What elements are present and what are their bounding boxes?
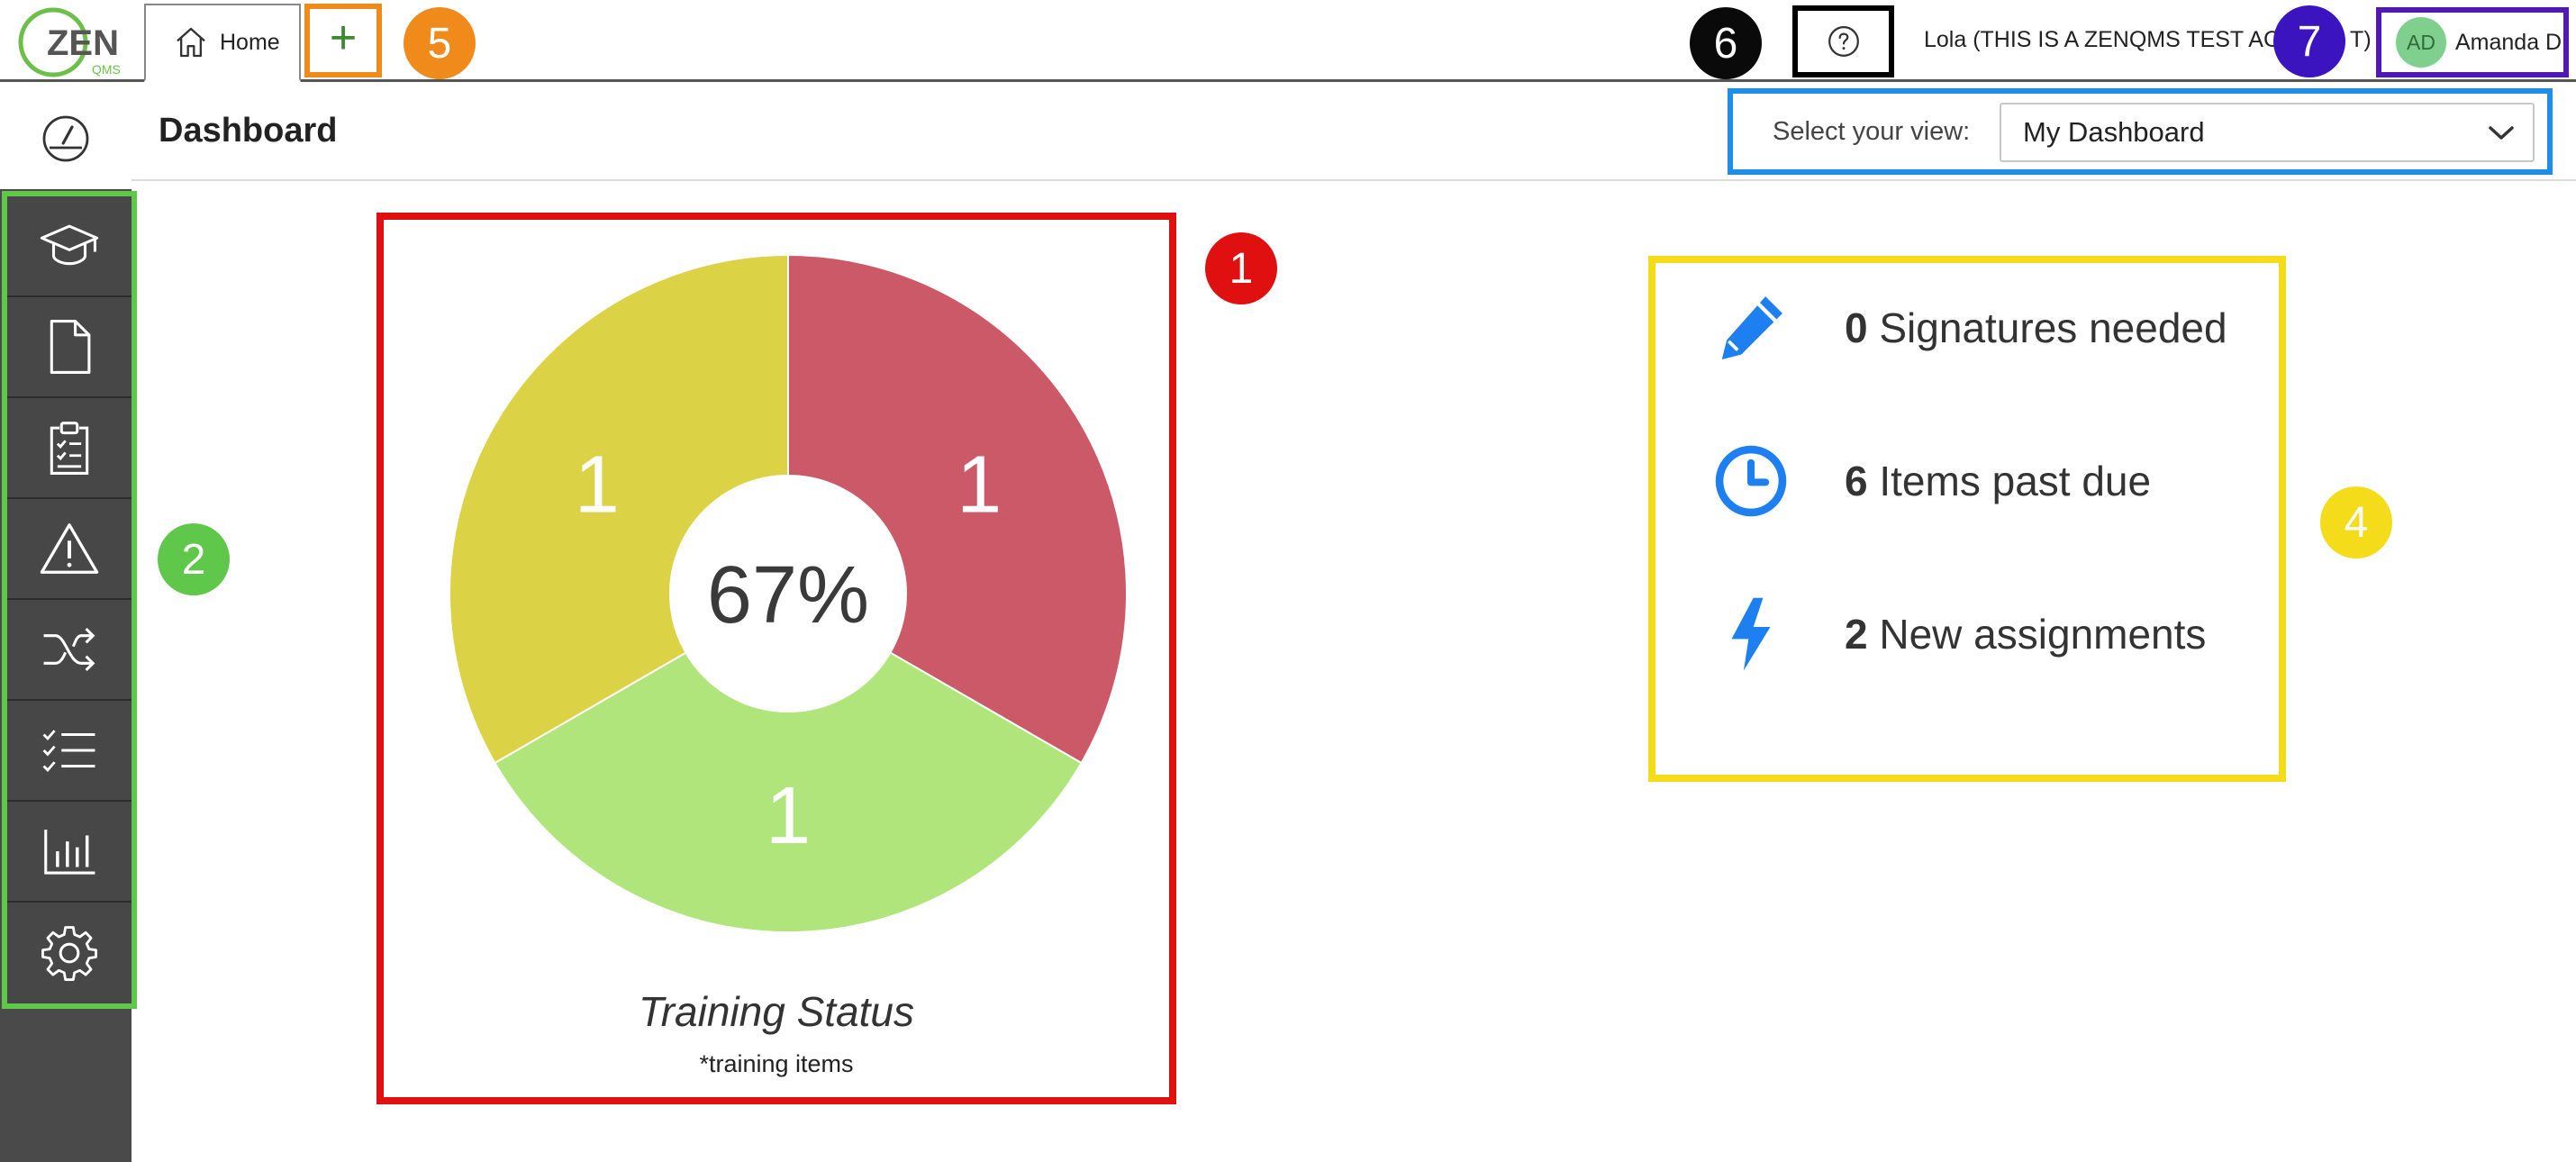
assignments-label: New assignments (1879, 611, 2207, 658)
home-icon (177, 27, 205, 58)
chart-title: Training Status (639, 988, 914, 1035)
sidebar-item-issues[interactable] (7, 499, 132, 600)
help-button[interactable] (1792, 5, 1894, 77)
callout-2: 2 (158, 523, 230, 595)
document-icon (50, 320, 91, 374)
add-tab-button[interactable]: + (304, 4, 382, 77)
sidebar-item-settings[interactable] (7, 903, 132, 1003)
callout-7: 7 (2273, 5, 2345, 77)
sidebar-item-audits[interactable] (7, 398, 132, 499)
callout-4: 4 (2320, 486, 2392, 558)
sidebar-item-tasks[interactable] (7, 701, 132, 802)
pie-center-label: 67% (707, 550, 869, 640)
zenqms-logo[interactable]: ZEN QMS (16, 5, 132, 79)
pie-slice-label-1: 1 (957, 440, 1002, 531)
sidebar-item-reports[interactable] (7, 802, 132, 903)
pie-slice-label-2: 1 (766, 771, 811, 861)
tab-home[interactable]: Home (144, 4, 301, 82)
sidebar-item-dashboard[interactable] (0, 85, 132, 189)
page-title: Dashboard (159, 112, 338, 150)
logo-subtext: QMS (92, 62, 121, 77)
sidebar-item-change-control[interactable] (7, 600, 132, 701)
chevron-down-icon (2489, 126, 2514, 140)
assignments-count: 2 (1845, 611, 1868, 658)
callout-5: 5 (404, 7, 476, 79)
bar-chart-icon (44, 829, 95, 875)
user-name: Amanda D (2455, 29, 2562, 55)
gear-icon (41, 926, 97, 981)
past-due-count: 6 (1845, 458, 1868, 504)
chart-note: *training items (699, 1050, 854, 1077)
view-select-dropdown[interactable]: My Dashboard (2000, 103, 2535, 162)
signatures-count: 0 (1845, 304, 1868, 351)
sidebar-module-group (2, 191, 137, 1009)
warning-icon (40, 523, 99, 574)
callout-6: 6 (1690, 7, 1762, 79)
account-name-tail: T) (2350, 27, 2372, 52)
help-icon (1828, 26, 1859, 57)
clipboard-checklist-icon (50, 422, 89, 475)
summary-card: 0 Signatures needed 6 Items past due 2 N… (1648, 256, 2286, 782)
clock-icon (1715, 445, 1787, 517)
user-menu[interactable]: AD Amanda D (2376, 7, 2569, 77)
speedometer-icon (42, 115, 89, 162)
pie-slice-label-3: 1 (575, 440, 620, 531)
callout-1: 1 (1205, 232, 1277, 304)
pencil-icon (1721, 296, 1782, 359)
plus-icon: + (329, 12, 358, 64)
top-bar: ZEN QMS Home + Lola (THIS IS A ZENQMS TE… (0, 0, 2576, 82)
past-due-label: Items past due (1879, 458, 2152, 504)
sidebar-item-documents[interactable] (7, 297, 132, 398)
page-header: Dashboard Select your view: My Dashboard (132, 85, 2576, 181)
view-selector: Select your view: My Dashboard (1728, 88, 2553, 175)
checklist-icon (42, 730, 95, 772)
shuffle-icon (43, 627, 95, 672)
graduation-cap-icon (40, 224, 99, 266)
signatures-label: Signatures needed (1879, 304, 2227, 351)
view-selector-label: Select your view: (1773, 117, 1971, 146)
avatar: AD (2396, 17, 2446, 68)
view-select-value: My Dashboard (2023, 116, 2205, 148)
tab-home-label: Home (220, 29, 280, 55)
signatures-needed-row[interactable]: 0 Signatures needed (1710, 286, 2227, 369)
new-assignments-row[interactable]: 2 New assignments (1710, 593, 2206, 676)
logo-text: ZEN (47, 23, 119, 63)
lightning-icon (1731, 597, 1771, 671)
training-status-card[interactable]: 67% 1 1 1 Training Status *training items (376, 213, 1176, 1104)
sidebar-item-training[interactable] (7, 196, 132, 297)
items-past-due-row[interactable]: 6 Items past due (1710, 440, 2151, 522)
training-pie-chart[interactable]: 67% 1 1 1 (384, 220, 1169, 976)
sidebar (0, 85, 137, 1162)
account-name-text: Lola (THIS IS A ZENQMS TEST AC (1924, 27, 2281, 52)
